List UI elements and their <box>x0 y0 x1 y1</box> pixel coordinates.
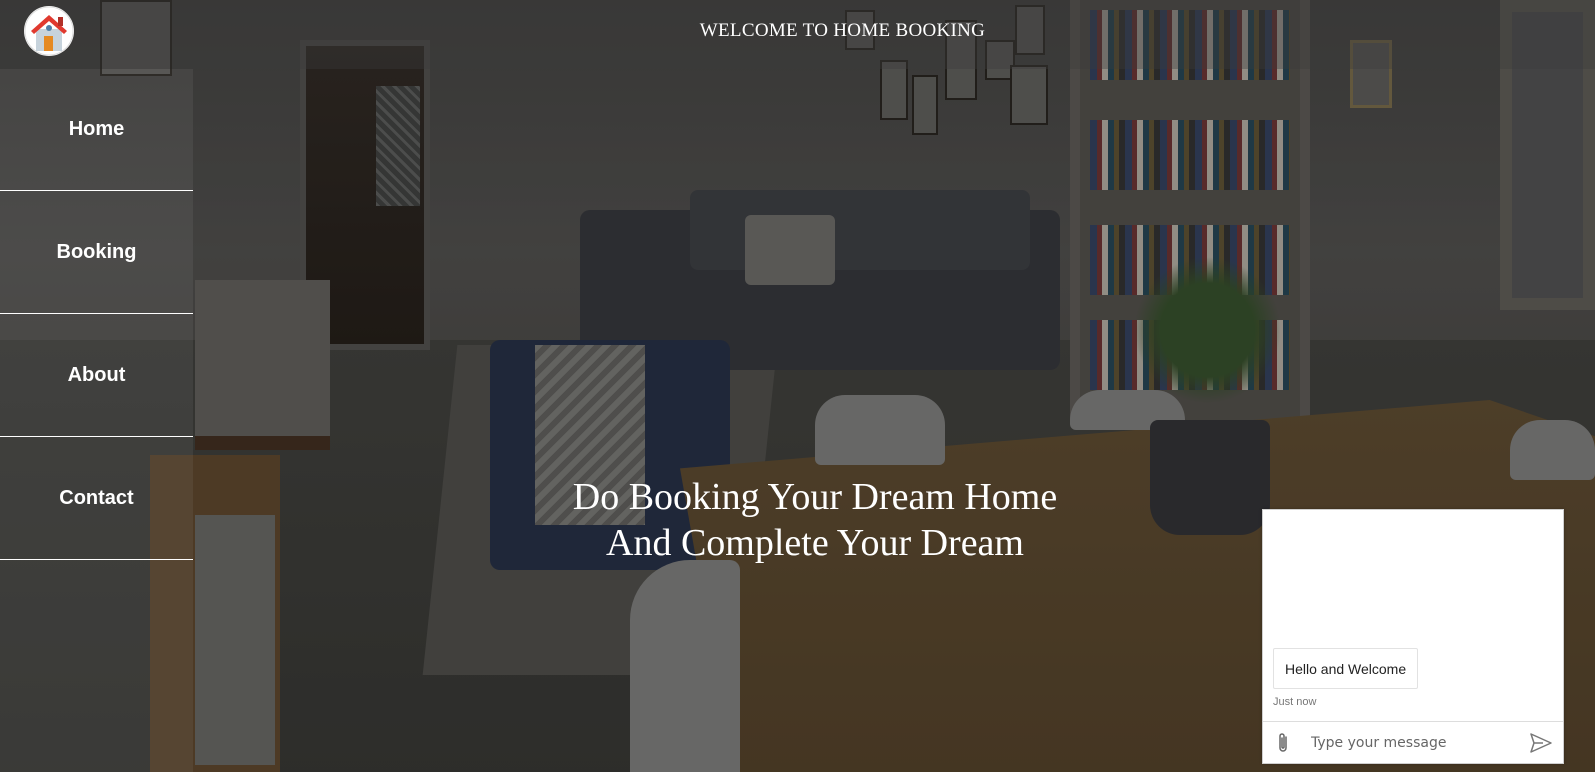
hero-heading: Do Booking Your Dream Home And Complete … <box>480 474 1150 566</box>
hero-line-2: And Complete Your Dream <box>606 522 1024 564</box>
hero-line-1: Do Booking Your Dream Home <box>572 476 1058 518</box>
site-title: WELCOME TO HOME BOOKING <box>699 20 986 41</box>
nav-item-home[interactable]: Home <box>0 69 193 191</box>
top-bar: WELCOME TO HOME BOOKING <box>0 0 1595 69</box>
nav-item-contact[interactable]: Contact <box>0 437 193 560</box>
chat-input-row <box>1263 721 1563 763</box>
sidebar-nav: Home Booking About Contact <box>0 69 193 772</box>
nav-item-booking[interactable]: Booking <box>0 191 193 314</box>
chat-timestamp: Just now <box>1273 696 1317 708</box>
send-icon[interactable] <box>1529 732 1553 754</box>
chat-widget: Hello and Welcome Just now <box>1262 509 1564 764</box>
paperclip-icon[interactable] <box>1275 731 1291 755</box>
chat-message-input[interactable] <box>1311 731 1511 755</box>
chat-message: Hello and Welcome <box>1273 648 1419 689</box>
nav-item-about[interactable]: About <box>0 314 193 437</box>
